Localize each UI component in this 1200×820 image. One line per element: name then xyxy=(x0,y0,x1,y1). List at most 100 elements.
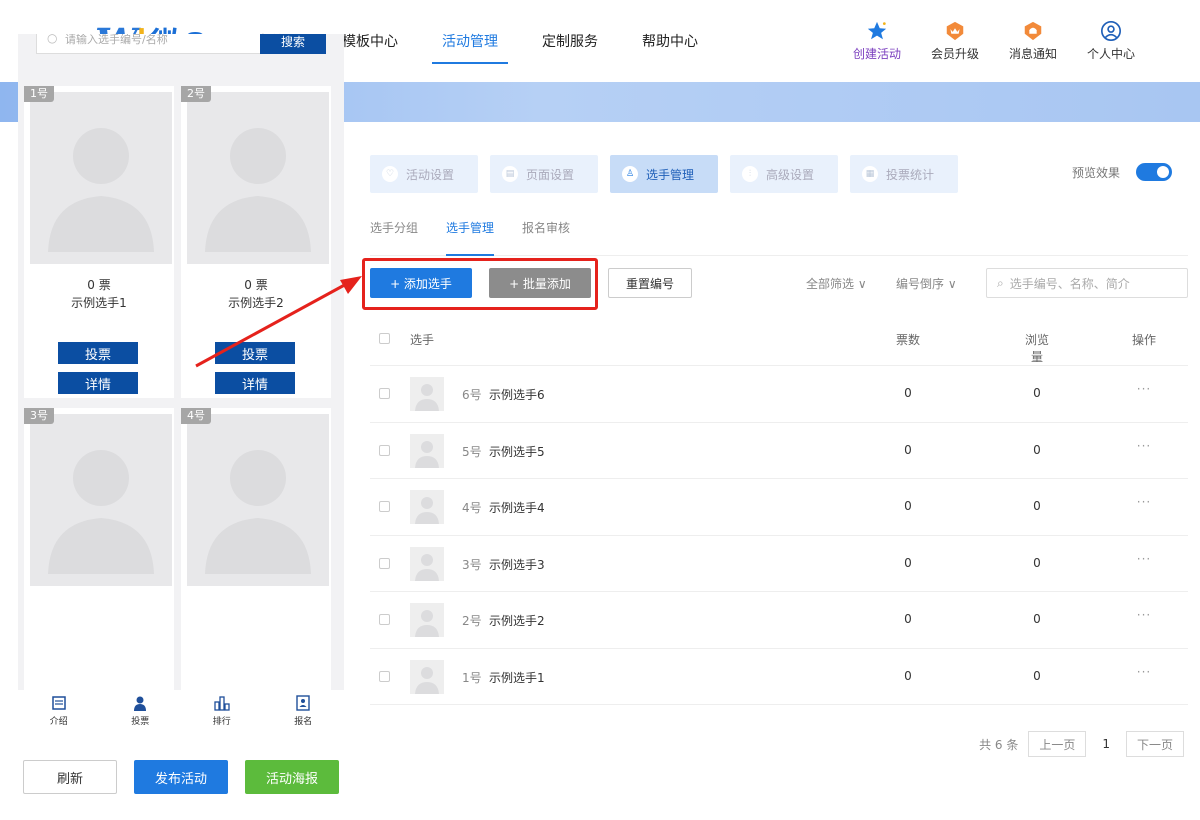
step-advanced-settings[interactable]: ⫶ 高级设置 xyxy=(730,155,838,193)
contestant-search-placeholder: 选手编号、名称、简介 xyxy=(1009,276,1130,291)
row-number: 1号 xyxy=(462,670,482,685)
row-checkbox[interactable] xyxy=(379,557,390,569)
contestant-card[interactable]: 1号 0 票 示例选手1 投票 详情 xyxy=(24,86,174,398)
contestant-card[interactable]: 4号 xyxy=(181,408,331,690)
avatar-placeholder xyxy=(30,92,172,264)
current-page[interactable]: 1 xyxy=(1096,737,1116,751)
user-circle-icon xyxy=(1100,20,1122,42)
preview-tab-intro[interactable]: 介绍 xyxy=(18,690,100,740)
notifications-label: 消息通知 xyxy=(1008,47,1057,61)
row-checkbox[interactable] xyxy=(379,614,390,625)
step-label: 页面设置 xyxy=(526,167,575,182)
nav-item-activity-management[interactable]: 活动管理 xyxy=(420,0,520,82)
row-number: 5号 xyxy=(462,444,482,459)
header-actions: 操作 xyxy=(1131,333,1156,347)
sort-dropdown[interactable]: 编号倒序 ∨ xyxy=(896,275,957,292)
user-icon: ♙ xyxy=(622,166,638,182)
more-actions-icon[interactable]: ··· xyxy=(1130,552,1158,566)
notifications-button[interactable]: 消息通知 xyxy=(994,20,1072,62)
publish-activity-button[interactable]: 发布活动 xyxy=(134,760,228,794)
row-checkbox[interactable] xyxy=(379,501,390,512)
batch-add-button[interactable]: + 批量添加 xyxy=(489,268,591,298)
star-icon xyxy=(866,20,888,42)
add-contestant-button[interactable]: + 添加选手 xyxy=(370,268,472,298)
more-actions-icon[interactable]: ··· xyxy=(1130,665,1158,679)
row-checkbox[interactable] xyxy=(379,444,390,456)
card-name: 示例选手1 xyxy=(71,296,127,310)
select-all-checkbox[interactable] xyxy=(379,333,390,344)
more-actions-icon[interactable]: ··· xyxy=(1130,608,1158,622)
row-votes: 0 xyxy=(904,442,912,457)
preview-tab-label: 排行 xyxy=(212,717,231,727)
tab-signup-review[interactable]: 报名审核 xyxy=(522,214,570,256)
row-votes: 0 xyxy=(904,668,912,683)
personal-center-button[interactable]: 个人中心 xyxy=(1072,20,1150,62)
reset-numbers-button[interactable]: 重置编号 xyxy=(608,268,692,298)
table-row[interactable]: 1号 示例选手1 0 0 ··· xyxy=(370,649,1188,705)
table-row[interactable]: 3号 示例选手3 0 0 ··· xyxy=(370,536,1188,592)
contestant-table: 选手 票数 浏览量 操作 6号 示例选手6 0 0 ··· 5号 示例选手5 0… xyxy=(370,312,1188,705)
step-label: 选手管理 xyxy=(646,167,695,182)
contestant-search-input[interactable]: ⌕ 选手编号、名称、简介 xyxy=(986,268,1188,298)
tab-contestant-management[interactable]: 选手管理 xyxy=(446,214,495,256)
create-activity-button[interactable]: 创建活动 xyxy=(838,20,916,62)
more-actions-icon[interactable]: ··· xyxy=(1130,382,1158,396)
refresh-button[interactable]: 刷新 xyxy=(23,760,117,794)
preview-actions: 刷新 发布活动 活动海报 xyxy=(23,760,339,794)
row-views: 0 xyxy=(1033,668,1041,683)
sub-tabs: 选手分组 选手管理 报名审核 xyxy=(370,214,1188,256)
member-upgrade-button[interactable]: 会员升级 xyxy=(916,20,994,62)
table-row[interactable]: 5号 示例选手5 0 0 ··· xyxy=(370,423,1188,479)
next-page-button[interactable]: 下一页 xyxy=(1125,731,1184,757)
vote-button[interactable]: 投票 xyxy=(58,342,138,364)
preview-effect-toggle: 预览效果 xyxy=(1072,163,1172,181)
row-checkbox[interactable] xyxy=(379,388,390,399)
row-checkbox[interactable] xyxy=(379,670,390,682)
avatar xyxy=(410,546,444,581)
card-number-badge: 1号 xyxy=(24,86,54,102)
preview-effect-label: 预览效果 xyxy=(1071,165,1120,180)
preview-effect-switch[interactable] xyxy=(1136,163,1172,181)
page-icon: ▤ xyxy=(502,166,518,182)
intro-icon xyxy=(50,694,68,712)
prev-page-button[interactable]: 上一页 xyxy=(1028,731,1087,757)
filter-all-dropdown[interactable]: 全部筛选 ∨ xyxy=(806,275,867,292)
tab-contestant-groups[interactable]: 选手分组 xyxy=(370,214,418,256)
row-name: 示例选手1 xyxy=(489,670,545,685)
avatar xyxy=(410,433,444,468)
row-views: 0 xyxy=(1033,386,1041,400)
preview-search-bar[interactable]: ○ 请输入选手编号/名称 搜索 xyxy=(36,34,326,54)
header-votes: 票数 xyxy=(896,333,921,347)
row-votes: 0 xyxy=(904,612,912,626)
row-name: 示例选手6 xyxy=(489,388,545,402)
nav-item-custom-service[interactable]: 定制服务 xyxy=(520,0,620,82)
detail-button[interactable]: 详情 xyxy=(58,372,138,394)
row-name: 示例选手5 xyxy=(489,444,545,459)
step-label: 投票统计 xyxy=(886,167,935,182)
step-contestant-management[interactable]: ♙ 选手管理 xyxy=(610,155,718,193)
table-row[interactable]: 4号 示例选手4 0 0 ··· xyxy=(370,479,1188,536)
step-page-settings[interactable]: ▤ 页面设置 xyxy=(490,155,598,193)
preview-tab-label: 投票 xyxy=(131,717,150,727)
contestant-card[interactable]: 3号 xyxy=(24,408,174,690)
step-activity-settings[interactable]: ♡ 活动设置 xyxy=(370,155,478,193)
more-actions-icon[interactable]: ··· xyxy=(1130,439,1158,453)
create-activity-label: 创建活动 xyxy=(852,47,901,61)
preview-bottom-tabs: 介绍 投票 排行 报名 xyxy=(18,690,344,740)
contestant-toolbar: + 添加选手 + 批量添加 重置编号 全部筛选 ∨ 编号倒序 ∨ ⌕ 选手编号、… xyxy=(362,258,1188,310)
nav-item-help[interactable]: 帮助中心 xyxy=(620,0,720,82)
preview-tab-vote[interactable]: 投票 xyxy=(100,690,182,740)
personal-center-label: 个人中心 xyxy=(1086,47,1135,61)
step-vote-statistics[interactable]: ▦ 投票统计 xyxy=(850,155,958,193)
preview-tab-signup[interactable]: 报名 xyxy=(263,690,345,740)
preview-tab-ranking[interactable]: 排行 xyxy=(181,690,263,740)
table-row[interactable]: 2号 示例选手2 0 0 ··· xyxy=(370,592,1188,649)
ranking-icon xyxy=(213,694,231,712)
crown-badge-icon xyxy=(944,20,966,42)
activity-poster-button[interactable]: 活动海报 xyxy=(245,760,339,794)
table-row[interactable]: 6号 示例选手6 0 0 ··· xyxy=(370,366,1188,423)
avatar xyxy=(410,603,444,637)
preview-search-button[interactable]: 搜索 xyxy=(260,34,326,54)
bell-badge-icon xyxy=(1022,20,1044,42)
more-actions-icon[interactable]: ··· xyxy=(1130,495,1158,509)
